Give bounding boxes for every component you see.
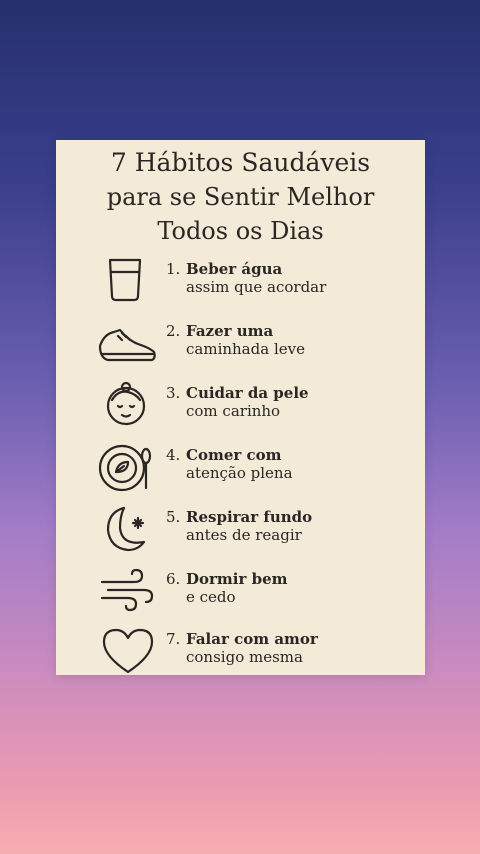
habit-number: 7. <box>166 630 181 648</box>
habit-title: Dormir bem <box>186 570 288 588</box>
habit-item-7: 7. Falar com amor consigo mesma <box>56 628 425 684</box>
moon-icon <box>98 504 158 554</box>
heart-icon <box>98 626 158 676</box>
habit-title: Fazer uma <box>186 322 274 340</box>
card-title: 7 Hábitos Saudáveis para se Sentir Melho… <box>56 146 425 248</box>
habit-number: 2. <box>166 322 181 340</box>
habit-text: Fazer uma caminhada leve <box>186 322 305 358</box>
glass-icon <box>98 256 158 306</box>
habit-text: Cuidar da pele com carinho <box>186 384 309 420</box>
face-icon <box>98 380 158 430</box>
habit-subtitle: antes de reagir <box>186 526 302 544</box>
habit-title: Falar com amor <box>186 630 318 648</box>
screen: { "card": { "title_line1": "7 Hábitos Sa… <box>0 0 480 854</box>
habit-text: Respirar fundo antes de reagir <box>186 508 312 544</box>
habit-subtitle: assim que acordar <box>186 278 327 296</box>
habit-subtitle: e cedo <box>186 588 236 606</box>
habit-item-6: 6. Dormir bem e cedo <box>56 568 425 624</box>
sneaker-icon <box>98 318 158 368</box>
habit-text: Falar com amor consigo mesma <box>186 630 318 666</box>
habit-number: 6. <box>166 570 181 588</box>
wind-icon <box>98 566 158 616</box>
habit-number: 3. <box>166 384 181 402</box>
habit-title: Beber água <box>186 260 283 278</box>
habit-number: 5. <box>166 508 181 526</box>
title-line-1: 7 Hábitos Saudáveis <box>110 148 371 177</box>
habit-item-1: 1. Beber água assim que acordar <box>56 258 425 314</box>
habit-subtitle: caminhada leve <box>186 340 305 358</box>
habit-item-5: 5. Respirar fundo antes de reagir <box>56 506 425 562</box>
habit-title: Cuidar da pele <box>186 384 309 402</box>
habit-text: Dormir bem e cedo <box>186 570 288 606</box>
habit-number: 1. <box>166 260 181 278</box>
title-line-2: para se Sentir Melhor <box>106 183 375 211</box>
habit-text: Beber água assim que acordar <box>186 260 326 296</box>
title-line-3: Todos os Dias <box>157 217 324 245</box>
habit-subtitle: consigo mesma <box>186 648 303 666</box>
habit-number: 4. <box>166 446 181 464</box>
habit-item-3: 3. Cuidar da pele com carinho <box>56 380 425 438</box>
plate-icon <box>98 442 158 492</box>
habit-item-2: 2. Fazer uma caminhada leve <box>56 320 425 376</box>
habit-title: Respirar fundo <box>186 508 313 526</box>
habit-subtitle: atenção plena <box>186 464 293 482</box>
habit-item-4: 4. Comer com atenção plena <box>56 444 425 500</box>
habit-title: Comer com <box>186 446 282 464</box>
habit-text: Comer com atenção plena <box>186 446 293 482</box>
habit-subtitle: com carinho <box>186 402 281 420</box>
habits-card: 7 Hábitos Saudáveis para se Sentir Melho… <box>56 140 425 675</box>
